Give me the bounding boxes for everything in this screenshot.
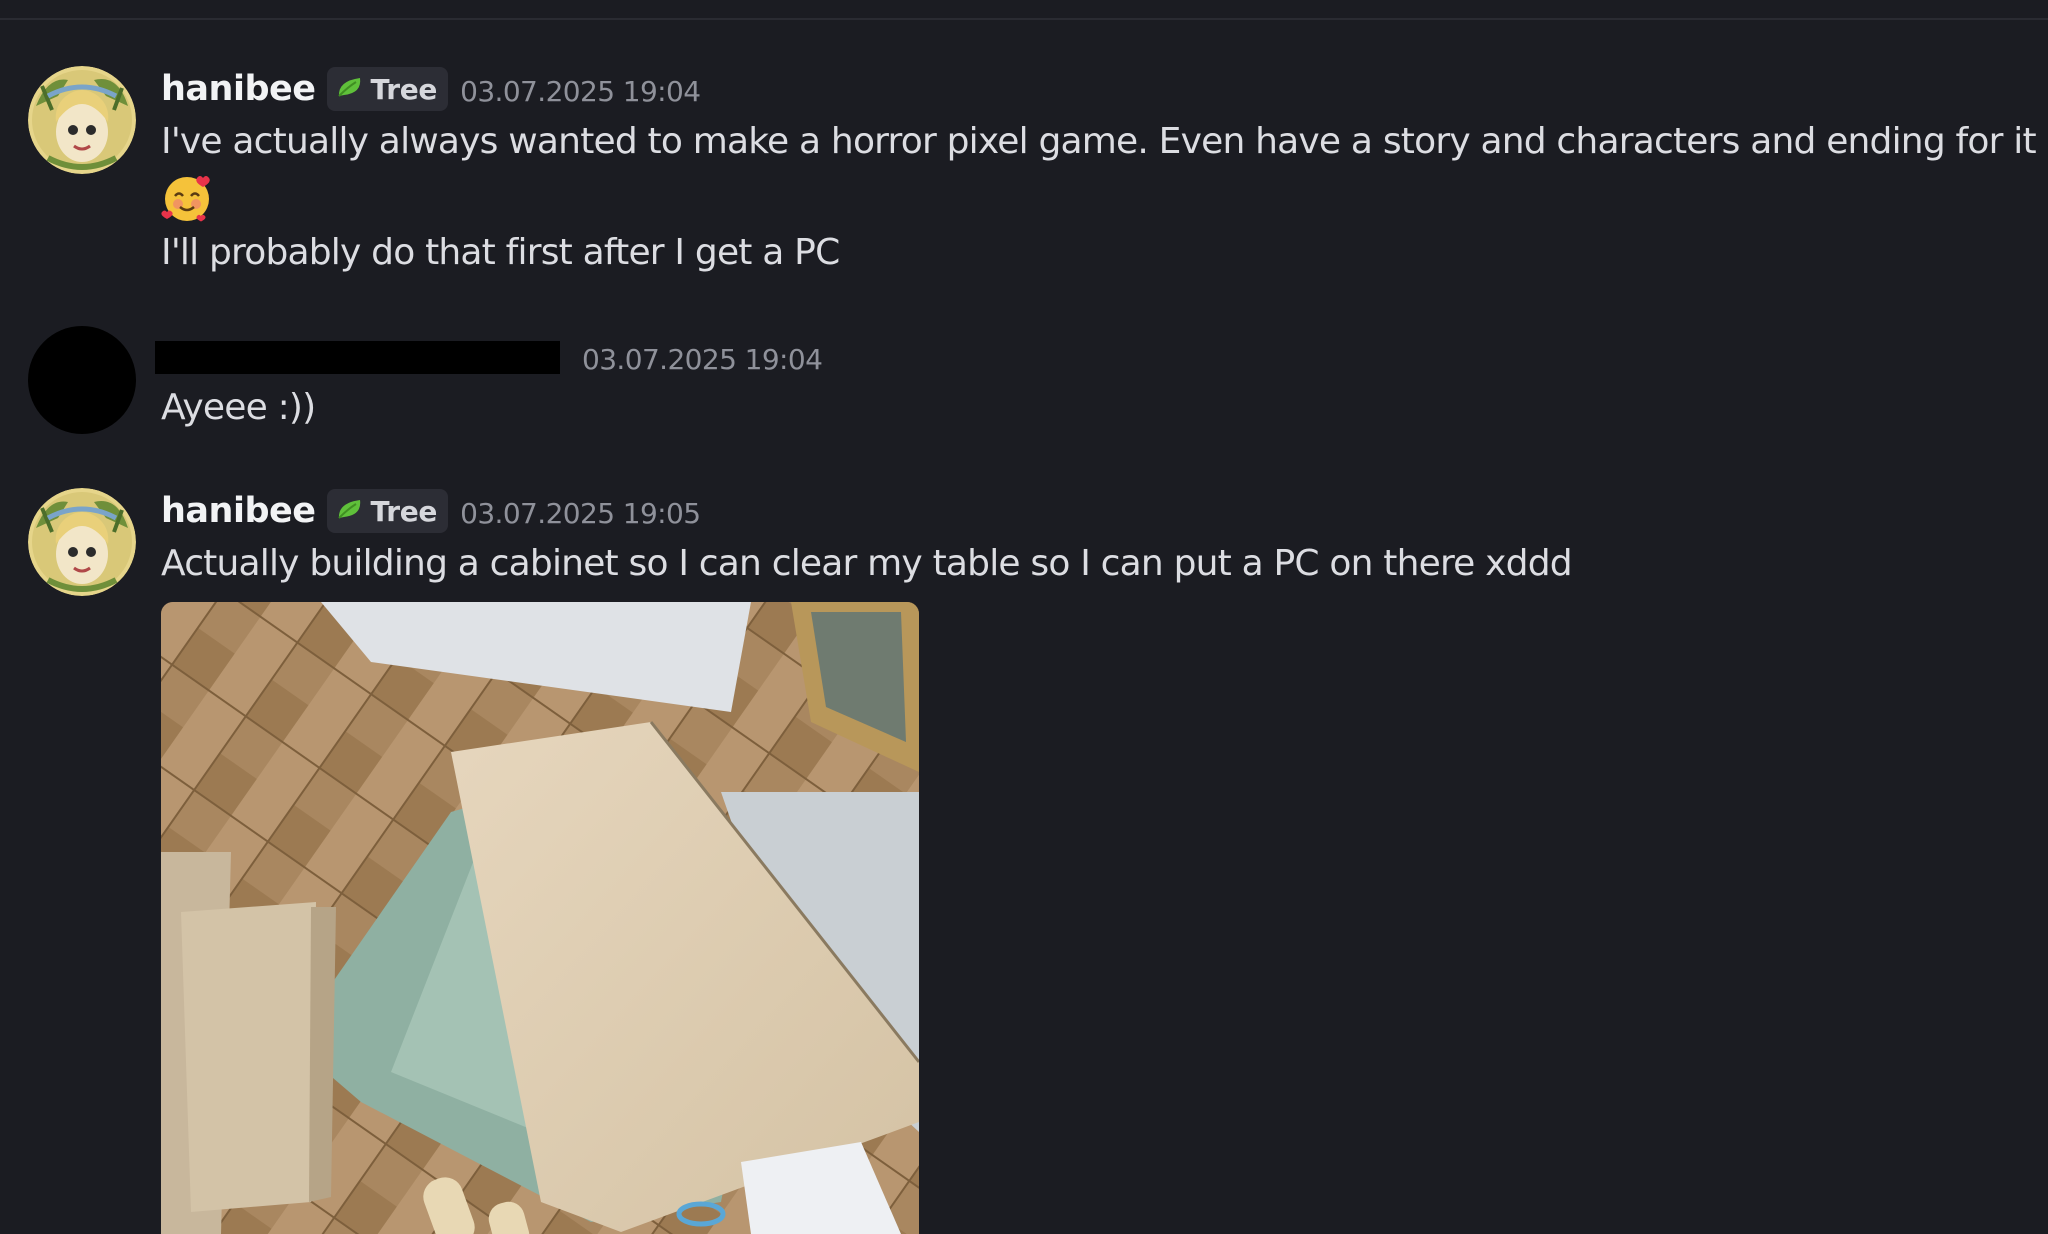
message-group-3: hanibee Tree 03.07.2025 19:05 Actually b… bbox=[0, 0, 2048, 1234]
role-tag-label: Tree bbox=[370, 494, 438, 528]
message-header: hanibee Tree 03.07.2025 19:05 bbox=[161, 488, 701, 534]
timestamp[interactable]: 03.07.2025 19:05 bbox=[460, 493, 701, 530]
image-attachment[interactable] bbox=[161, 602, 919, 1234]
avatar[interactable] bbox=[28, 488, 136, 596]
message-text: Actually building a cabinet so I can cle… bbox=[161, 543, 1573, 584]
role-tag[interactable]: Tree bbox=[327, 489, 449, 533]
leaf-icon bbox=[336, 497, 364, 525]
username[interactable]: hanibee bbox=[161, 491, 316, 531]
